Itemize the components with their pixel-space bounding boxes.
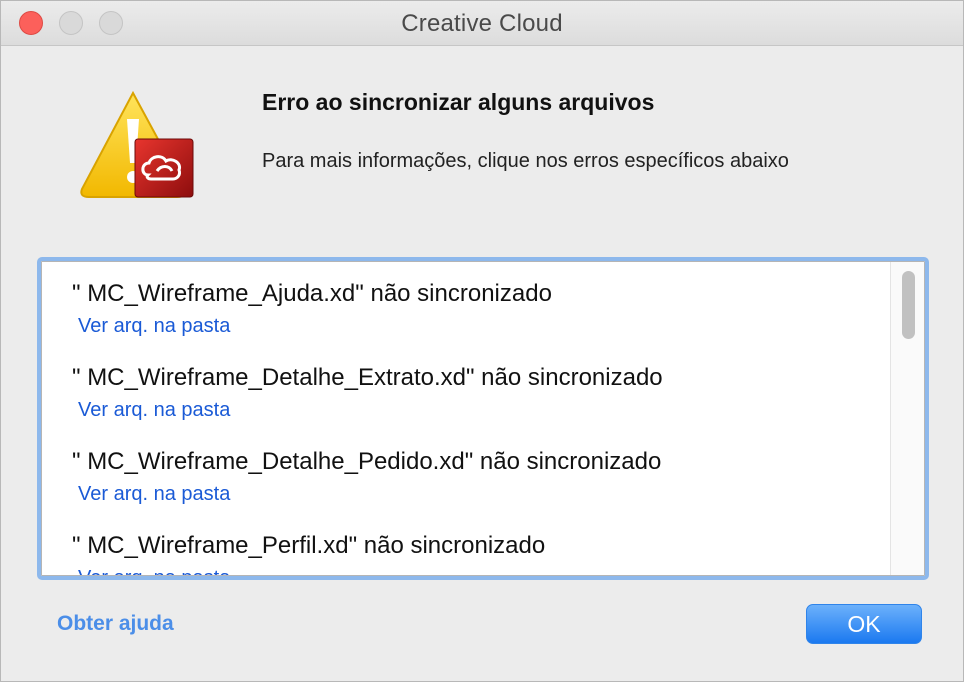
show-in-folder-link[interactable]: Ver arq. na pasta bbox=[78, 397, 663, 423]
error-file-name: " MC_Wireframe_Detalhe_Pedido.xd" não si… bbox=[72, 448, 662, 475]
window-title: Creative Cloud bbox=[401, 10, 563, 37]
get-help-link[interactable]: Obter ajuda bbox=[57, 612, 174, 636]
error-list-content: " MC_Wireframe_Ajuda.xd" não sincronizad… bbox=[41, 261, 925, 576]
ok-button[interactable]: OK bbox=[806, 604, 922, 644]
error-subtext: Para mais informações, clique nos erros … bbox=[262, 150, 789, 172]
list-item: " MC_Wireframe_Detalhe_Extrato.xd" não s… bbox=[72, 363, 663, 423]
error-file-name: " MC_Wireframe_Perfil.xd" não sincroniza… bbox=[72, 532, 546, 559]
show-in-folder-link[interactable]: Ver arq. na pasta bbox=[78, 313, 552, 339]
list-item: " MC_Wireframe_Ajuda.xd" não sincronizad… bbox=[72, 279, 552, 339]
warning-creative-cloud-icon bbox=[80, 90, 194, 198]
scrollbar[interactable] bbox=[890, 262, 924, 575]
error-file-name: " MC_Wireframe_Detalhe_Extrato.xd" não s… bbox=[72, 364, 663, 391]
show-in-folder-link[interactable]: Ver arq. na pasta bbox=[78, 565, 545, 575]
show-in-folder-link[interactable]: Ver arq. na pasta bbox=[78, 481, 661, 507]
error-list[interactable]: " MC_Wireframe_Ajuda.xd" não sincronizad… bbox=[37, 257, 929, 580]
scrollbar-thumb[interactable] bbox=[902, 271, 915, 339]
error-file-name: " MC_Wireframe_Ajuda.xd" não sincronizad… bbox=[72, 280, 552, 307]
dialog-window: Creative Cloud Erro ao sincronizar algun… bbox=[0, 0, 964, 682]
list-item: " MC_Wireframe_Detalhe_Pedido.xd" não si… bbox=[72, 447, 661, 507]
error-heading: Erro ao sincronizar alguns arquivos bbox=[262, 89, 655, 115]
list-item: " MC_Wireframe_Perfil.xd" não sincroniza… bbox=[72, 531, 546, 575]
title-bar[interactable]: Creative Cloud bbox=[1, 1, 963, 46]
